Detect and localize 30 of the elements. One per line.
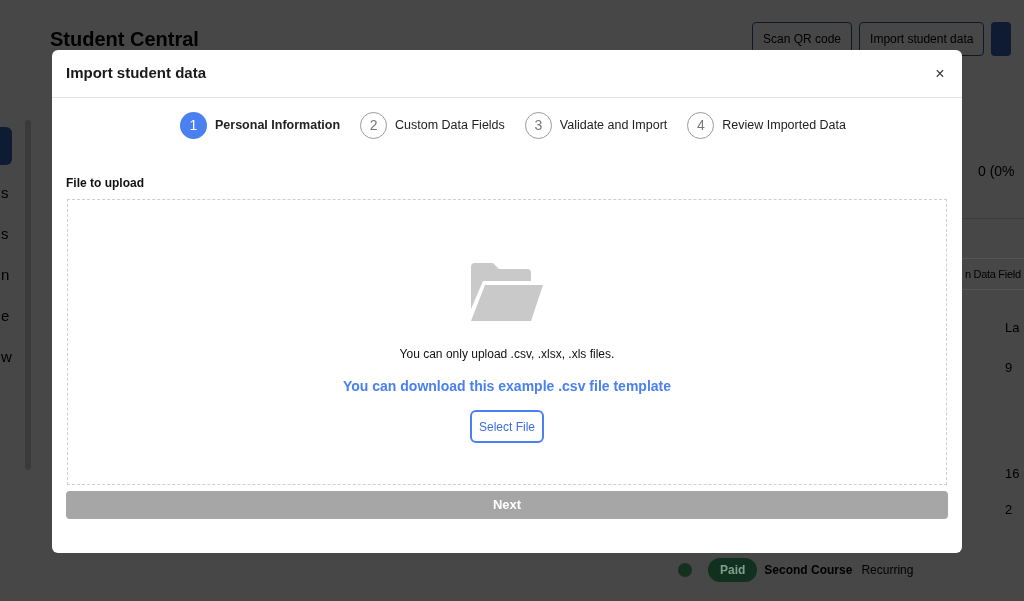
step-number[interactable]: 1: [180, 112, 207, 139]
step-label: Review Imported Data: [722, 117, 846, 135]
select-file-button[interactable]: Select File: [470, 410, 544, 443]
sidebar-item[interactable]: s: [0, 185, 14, 201]
folder-icon: [469, 263, 545, 321]
table-cell-text: 16: [1005, 465, 1020, 483]
status-badge: Paid: [708, 558, 758, 582]
step-label: Validate and Import: [559, 117, 668, 135]
sidebar-item[interactable]: n: [0, 267, 14, 283]
sidebar-item[interactable]: s: [0, 226, 14, 242]
template-link[interactable]: You can download this example .csv file template: [342, 376, 672, 397]
drop-zone[interactable]: You can only upload .csv, .xlsx, .xls files. You can download this example .csv file template Select File: [67, 199, 947, 485]
step-label: Personal Information: [215, 117, 341, 135]
header-button[interactable]: [991, 22, 1012, 56]
close-button[interactable]: ×: [932, 61, 948, 86]
table-cell-text: 2: [1005, 501, 1013, 519]
dialog-title: Import student data: [66, 63, 206, 84]
upload-hint: You can only upload .csv, .xlsx, .xls files.: [399, 346, 615, 363]
sidebar-item[interactable]: w: [0, 349, 14, 365]
summary-value: 0 (0%: [978, 162, 1015, 181]
upload-label: File to upload: [65, 175, 145, 192]
column-header: La: [1005, 319, 1020, 337]
next-button: Next: [66, 491, 948, 519]
page-title: Student Central: [50, 27, 199, 52]
course-name: Second Course: [764, 562, 853, 579]
sidebar-item[interactable]: e: [0, 308, 14, 324]
sidebar-item[interactable]: [0, 127, 12, 165]
table-cell-text: 9: [1005, 359, 1013, 377]
payment-type: Recurring: [861, 562, 914, 579]
step-label: Custom Data Fields: [395, 117, 505, 135]
